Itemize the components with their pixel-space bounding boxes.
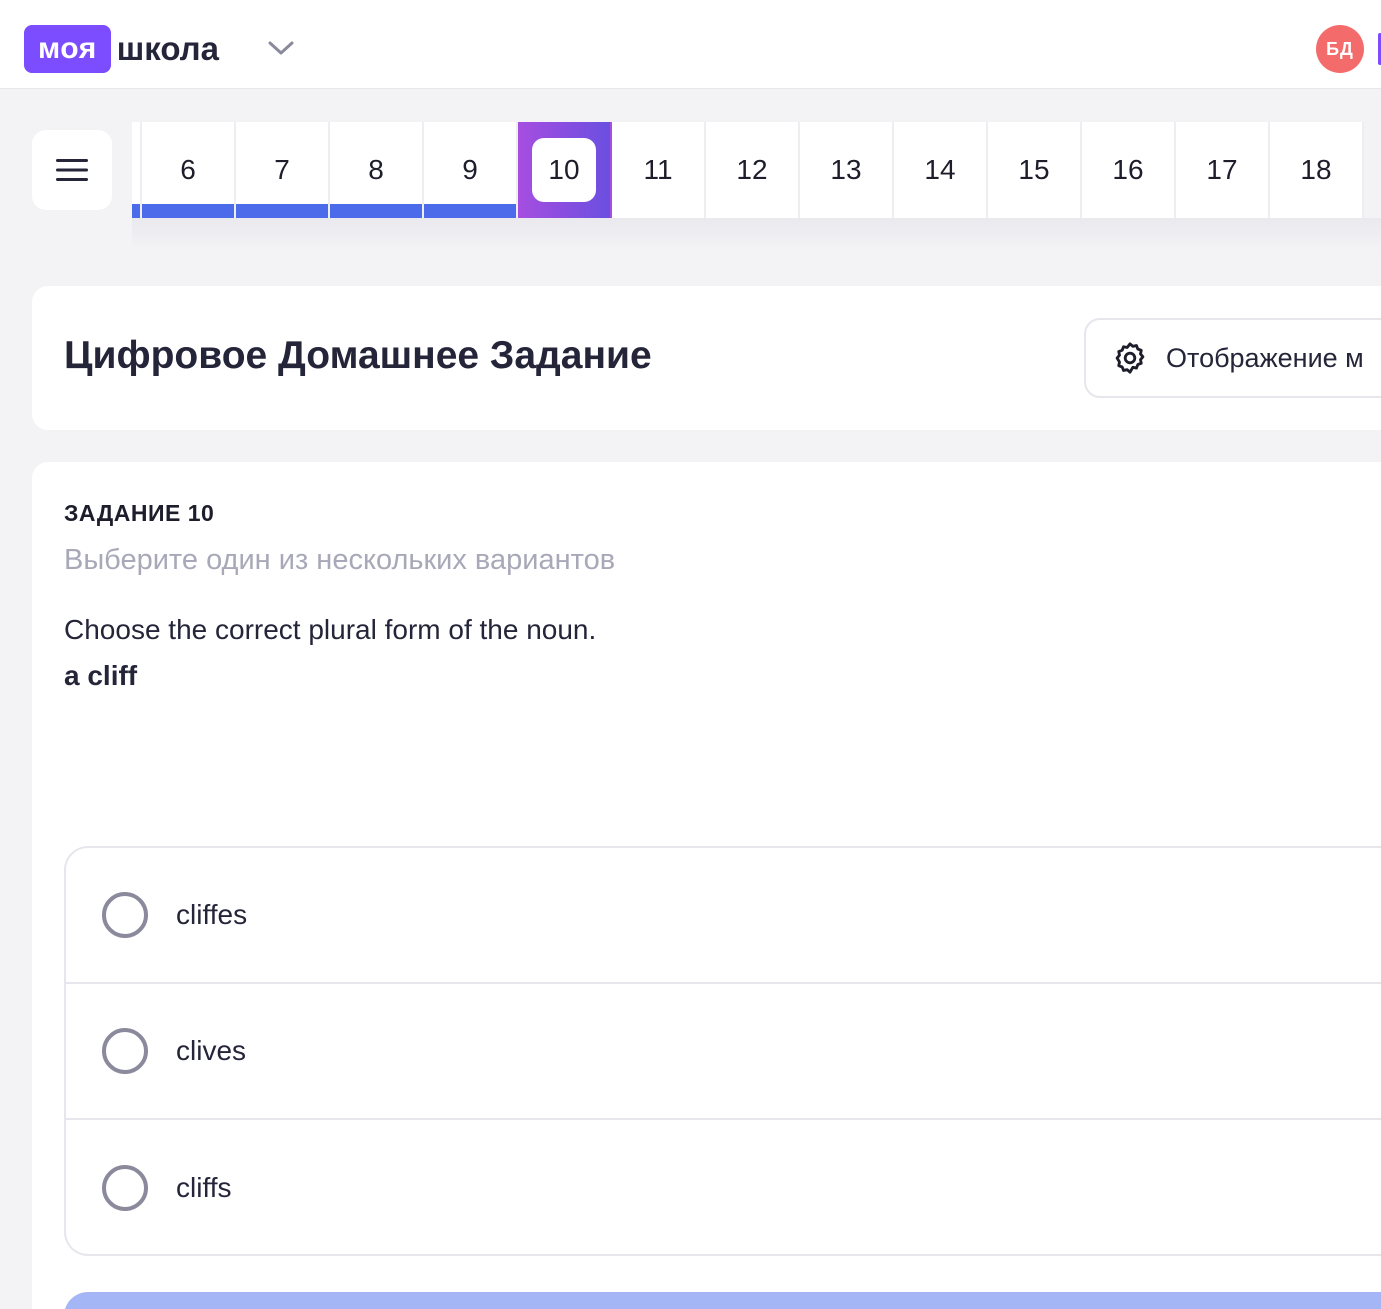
task-navigator: 6 7 8 9 10 11 12 13 14 15 16 17 18 (132, 122, 1381, 252)
task-nav-item-14[interactable]: 14 (894, 122, 988, 218)
avatar[interactable]: БД (1316, 25, 1364, 73)
gear-icon (1115, 342, 1145, 374)
task-hint: Выберите один из нескольких вариантов (64, 544, 616, 576)
task-nav-number: 16 (1112, 154, 1144, 185)
logo-shkola: школа (116, 30, 219, 67)
task-nav-item-6[interactable]: 6 (142, 122, 236, 218)
answer-option[interactable]: cliffs (66, 1120, 1381, 1254)
task-nav-number: 7 (274, 154, 290, 185)
task-nav-item-5-edge[interactable] (132, 122, 142, 218)
task-nav-number: 18 (1300, 154, 1332, 185)
top-bar: моя школа БД (0, 0, 1381, 89)
page-title: Цифровое Домашнее Задание (64, 334, 652, 377)
answer-option-label: cliffs (176, 1172, 232, 1203)
task-nav-number: 6 (180, 154, 196, 185)
answer-option-label: clives (176, 1035, 247, 1066)
submit-button[interactable] (64, 1292, 1381, 1309)
task-nav-item-8[interactable]: 8 (330, 122, 424, 218)
radio-button[interactable] (102, 892, 148, 938)
chevron-down-icon[interactable] (268, 40, 294, 56)
task-navigator-shadow (132, 218, 1381, 250)
task-nav-number: 13 (830, 154, 862, 185)
menu-button[interactable] (32, 130, 112, 210)
task-nav-item-10[interactable]: 10 (518, 122, 612, 218)
task-nav-item-17[interactable]: 17 (1176, 122, 1270, 218)
answer-option[interactable]: cliffes (66, 848, 1381, 984)
task-navigator-strip: 6 7 8 9 10 11 12 13 14 15 16 17 18 (132, 122, 1364, 218)
display-settings-label: Отображение м (1166, 342, 1364, 373)
task-nav-item-18[interactable]: 18 (1270, 122, 1364, 218)
task-question: Choose the correct plural form of the no… (64, 614, 597, 645)
answer-option-label: cliffes (176, 899, 248, 930)
display-settings-button[interactable]: Отображение м (1084, 318, 1381, 398)
radio-button[interactable] (102, 1028, 148, 1074)
task-word: a cliff (64, 660, 138, 691)
task-nav-number: 15 (1018, 154, 1050, 185)
task-nav-number: 8 (368, 154, 384, 185)
task-nav-number: 14 (924, 154, 956, 185)
task-number: ЗАДАНИЕ 10 (64, 500, 215, 526)
page-header-card: Цифровое Домашнее Задание Отображение м (32, 286, 1381, 430)
hamburger-icon (56, 159, 88, 181)
answer-options: cliffes clives cliffs (64, 846, 1381, 1256)
task-nav-number: 12 (736, 154, 768, 185)
radio-button[interactable] (102, 1165, 148, 1211)
logo[interactable]: моя школа (24, 25, 219, 73)
task-nav-number: 10 (532, 138, 596, 202)
task-nav-item-7[interactable]: 7 (236, 122, 330, 218)
task-nav-item-16[interactable]: 16 (1082, 122, 1176, 218)
task-card: ЗАДАНИЕ 10 Выберите один из нескольких в… (32, 462, 1381, 1309)
task-nav-number: 9 (462, 154, 478, 185)
task-nav-item-15[interactable]: 15 (988, 122, 1082, 218)
task-nav-item-13[interactable]: 13 (800, 122, 894, 218)
task-nav-number: 11 (643, 154, 673, 185)
task-nav-number: 17 (1206, 154, 1238, 185)
task-nav-item-11[interactable]: 11 (612, 122, 706, 218)
task-nav-item-9[interactable]: 9 (424, 122, 518, 218)
task-nav-item-12[interactable]: 12 (706, 122, 800, 218)
answer-option[interactable]: clives (66, 984, 1381, 1120)
logo-moya: моя (24, 25, 111, 73)
